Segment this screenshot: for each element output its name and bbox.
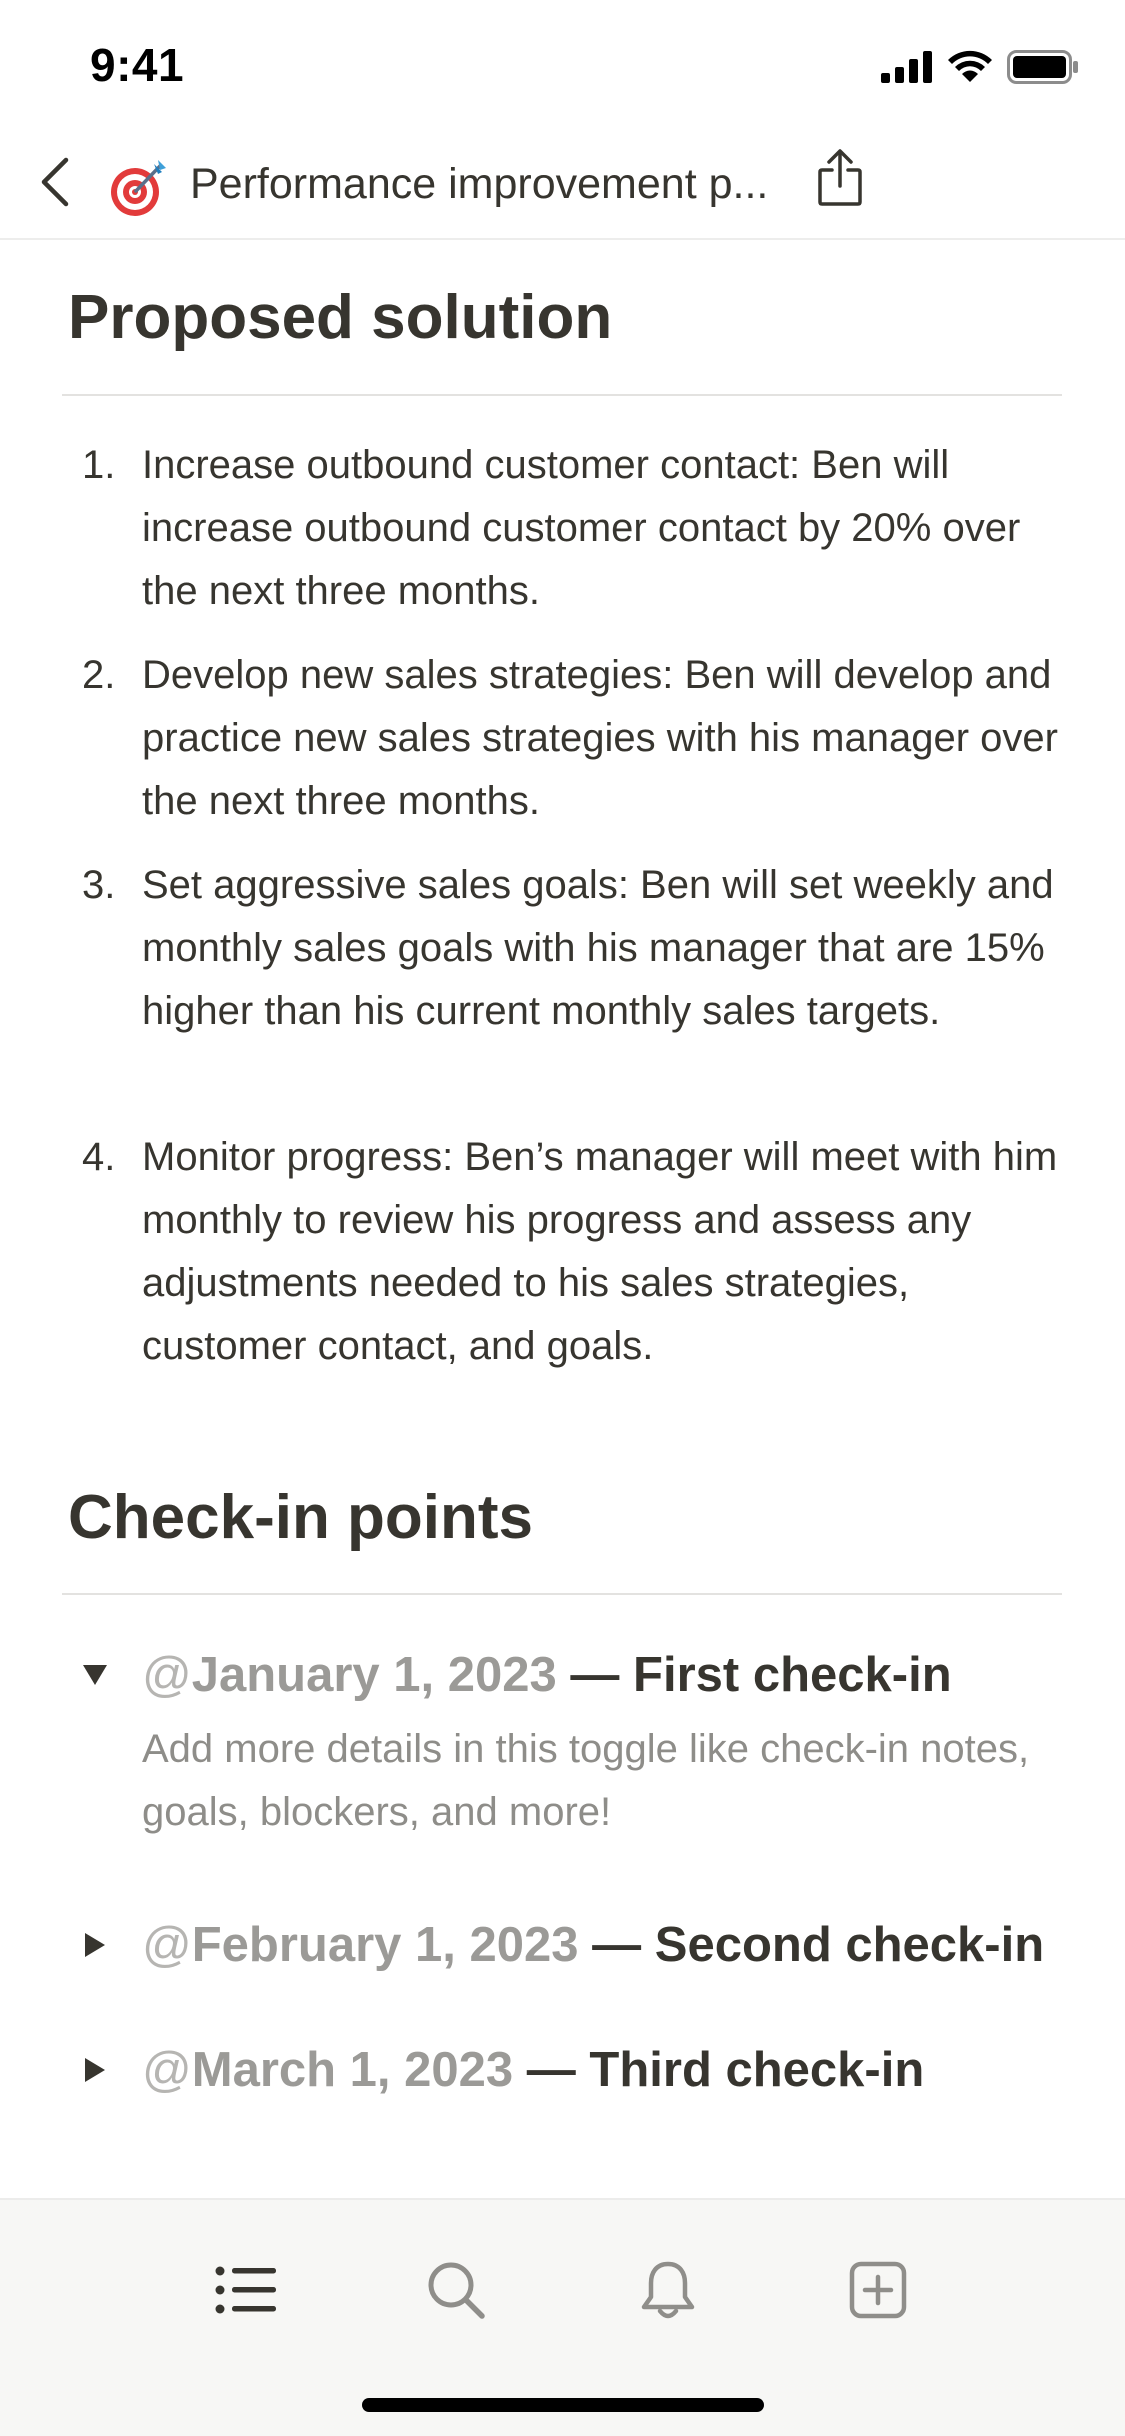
check-in-points-heading[interactable]: Check-in points [68,1478,533,1558]
toggle-arrow-right-icon[interactable] [80,1930,110,1960]
share-icon [816,148,864,213]
list-item-text: Develop new sales strategies: Ben will d… [142,653,1058,823]
page-title[interactable]: Performance improvement p... [190,154,770,214]
toggle-title-text: — Second check-in [578,1918,1045,1972]
toggle-body-text[interactable]: Add more details in this toggle like che… [142,1718,1042,1844]
cellular-signal-icon [881,51,933,88]
list-item-text: Monitor progress: Ben’s manager will mee… [142,1135,1058,1368]
toggle-block: @March 1, 2023 — Third check-in [0,2039,1125,2109]
top-nav: Performance improvement p... [0,132,1125,240]
toggle-title-text: — Third check-in [513,2043,925,2097]
status-time: 9:41 [90,39,185,91]
date-mention[interactable]: @February 1, 2023 [142,1918,579,1972]
toggle-title-text: — First check-in [556,1648,952,1702]
toggle-block: @January 1, 2023 — First check-in Add mo… [0,1644,1125,1834]
list-item[interactable]: 1. Increase outbound customer contact: B… [0,434,1125,624]
search-icon [426,2260,486,2325]
dart-target-emoji-icon[interactable] [108,156,170,218]
list-item[interactable]: 2. Develop new sales strategies: Ben wil… [0,644,1125,834]
back-button[interactable] [24,154,84,214]
date-mention[interactable]: @March 1, 2023 [142,2043,513,2097]
list-item[interactable]: 3. Set aggressive sales goals: Ben will … [0,854,1125,1106]
chevron-left-icon [36,156,72,213]
new-page-button[interactable] [838,2252,918,2332]
search-button[interactable] [416,2252,496,2332]
list-button[interactable] [206,2252,286,2332]
bell-icon [640,2259,696,2326]
share-button[interactable] [810,144,870,216]
list-item-number: 3. [82,863,116,907]
list-item-number: 4. [82,1135,116,1179]
home-indicator[interactable] [362,2398,764,2412]
notifications-button[interactable] [628,2252,708,2332]
toggle-block: @February 1, 2023 — Second check-in [0,1914,1125,1984]
toggle-arrow-down-icon[interactable] [80,1660,110,1690]
toggle-title[interactable]: @February 1, 2023 — Second check-in [142,1914,1044,1976]
battery-icon [1007,50,1079,89]
proposed-solution-heading[interactable]: Proposed solution [68,278,612,358]
wifi-icon [947,50,993,89]
new-page-icon [849,2261,907,2324]
date-mention[interactable]: @January 1, 2023 [142,1648,557,1702]
list-icon [214,2264,278,2321]
list-item-text: Set aggressive sales goals: Ben will set… [142,863,1054,1033]
heading-divider [62,394,1062,396]
list-item-text: Increase outbound customer contact: Ben … [142,443,1021,613]
status-icons [881,50,1079,89]
list-item[interactable]: 4. Monitor progress: Ben’s manager will … [0,1126,1125,1378]
status-bar: 9:41 [0,0,1125,132]
heading-divider [62,1593,1062,1595]
list-item-number: 1. [82,443,116,487]
toggle-title[interactable]: @January 1, 2023 — First check-in [142,1644,952,1706]
toggle-title[interactable]: @March 1, 2023 — Third check-in [142,2039,924,2101]
toggle-arrow-right-icon[interactable] [80,2055,110,2085]
list-item-number: 2. [82,653,116,697]
